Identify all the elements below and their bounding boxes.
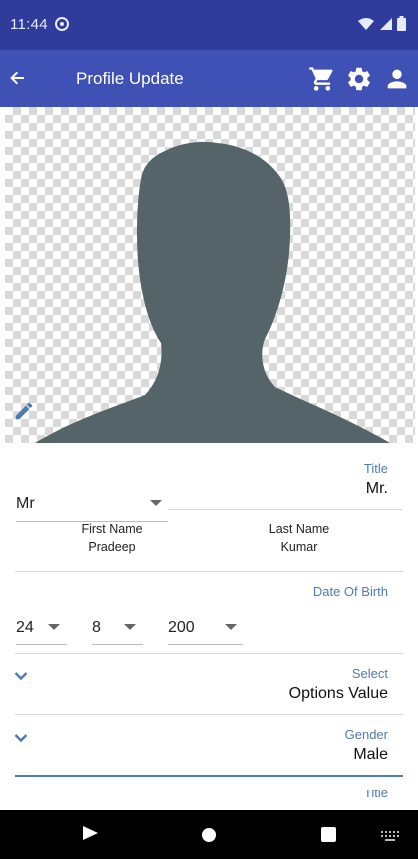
recents-square-icon[interactable] — [320, 826, 338, 849]
select-value[interactable]: Options Value — [289, 685, 388, 703]
gender-label: Gender — [344, 727, 388, 742]
dob-day-select[interactable]: 24 — [16, 619, 67, 647]
dob-month-underline — [92, 644, 143, 645]
dob-divider — [15, 653, 403, 654]
gender-value[interactable]: Male — [353, 746, 388, 764]
gender-underline-active — [15, 775, 403, 777]
title-select[interactable]: Mr — [16, 495, 168, 523]
sync-icon — [54, 16, 70, 37]
home-circle-icon[interactable] — [200, 826, 218, 849]
system-nav-bar — [0, 810, 418, 859]
dob-year-select[interactable]: 200 — [168, 619, 243, 647]
select-label: Select — [351, 666, 388, 681]
keyboard-icon[interactable] — [380, 829, 400, 847]
first-name-value: Pradeep — [88, 540, 136, 554]
dob-month-value: 8 — [92, 619, 101, 636]
last-name-value: Kumar — [280, 540, 318, 554]
profile-photo[interactable] — [5, 107, 415, 443]
last-name-field[interactable]: Last Name Kumar — [239, 522, 359, 554]
first-name-label: First Name — [81, 522, 143, 536]
dob-year-underline — [168, 644, 243, 645]
dropdown-arrow-icon — [48, 624, 60, 630]
pencil-icon[interactable] — [13, 400, 35, 422]
title-label: Title — [363, 461, 388, 476]
title-value: Mr. — [365, 480, 388, 497]
dob-month-select[interactable]: 8 — [92, 619, 143, 647]
shopping-cart-icon[interactable] — [308, 65, 336, 93]
app-bar: Profile Update — [0, 50, 418, 107]
battery-icon — [397, 16, 406, 31]
person-icon[interactable] — [383, 65, 411, 93]
chevron-down-icon[interactable] — [14, 668, 30, 681]
select-divider — [15, 714, 403, 715]
dropdown-arrow-icon — [150, 500, 162, 506]
dob-day-value: 24 — [16, 619, 34, 636]
chevron-down-icon[interactable] — [14, 730, 30, 743]
title-divider — [168, 509, 402, 510]
status-bar: 11:44 — [0, 0, 418, 50]
last-name-label: Last Name — [268, 522, 330, 536]
gear-icon[interactable] — [345, 65, 373, 93]
dropdown-arrow-icon — [225, 624, 237, 630]
next-field-label-clip: Title — [364, 790, 388, 798]
next-field-label: Title — [363, 790, 388, 798]
dob-label: Date Of Birth — [312, 584, 388, 599]
name-divider — [15, 571, 403, 572]
back-triangle-icon[interactable] — [80, 824, 100, 849]
signal-icon — [380, 17, 392, 30]
system-icons — [357, 16, 406, 31]
status-time: 11:44 — [10, 16, 48, 33]
title-select-value: Mr — [16, 495, 35, 512]
dob-year-value: 200 — [168, 619, 195, 636]
avatar-silhouette — [35, 141, 390, 443]
dropdown-arrow-icon — [124, 624, 136, 630]
page-title: Profile Update — [76, 69, 184, 88]
dob-day-underline — [16, 644, 67, 645]
arrow-back-icon[interactable] — [8, 68, 28, 88]
first-name-field[interactable]: First Name Pradeep — [52, 522, 172, 554]
wifi-icon — [358, 17, 374, 30]
